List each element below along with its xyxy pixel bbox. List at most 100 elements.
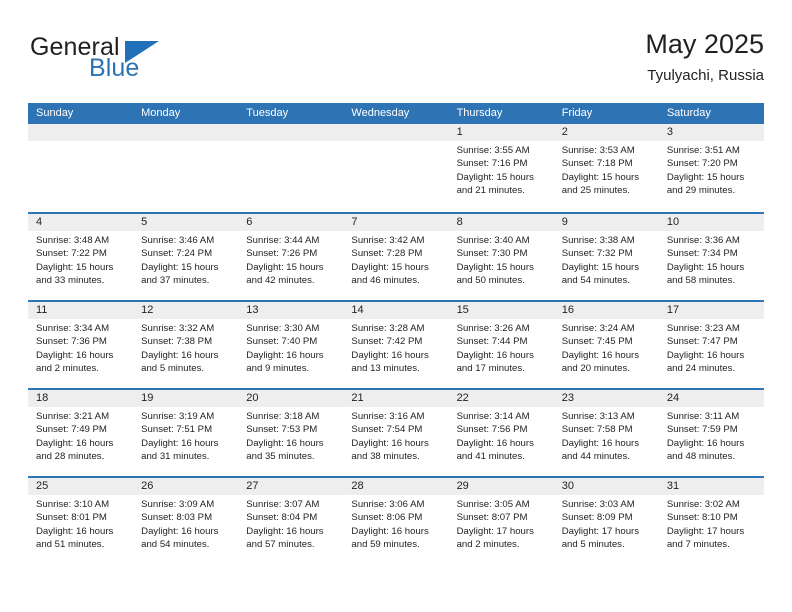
daylight-duration-line2: and 5 minutes. [141,362,205,374]
sunset-time: Sunset: 7:56 PM [456,424,528,436]
day-number: 6 [238,214,344,231]
general-blue-logo: General Blue [28,28,258,86]
day-cell-7[interactable]: 7 Sunrise: 3:42 AM Sunset: 7:28 PM Daylight… [343,214,449,300]
weekday-header-sunday: Sunday [36,107,74,119]
daylight-duration-line2: and 54 minutes. [561,274,630,286]
daylight-duration-line2: and 25 minutes. [561,184,630,196]
sunset-time: Sunset: 7:54 PM [351,424,423,436]
sunset-time: Sunset: 8:07 PM [456,512,528,524]
day-cell-2[interactable]: 2 Sunrise: 3:53 AM Sunset: 7:18 PM Daylight… [553,124,659,212]
weekday-header-tuesday: Tuesday [246,107,289,119]
day-cell-31[interactable]: 31 Sunrise: 3:02 AM Sunset: 8:10 PM Dayligh… [658,478,764,564]
day-details: Sunrise: 3:46 AM Sunset: 7:24 PM Daylight:… [133,231,238,287]
daylight-duration-line1: Daylight: 16 hours [36,437,114,449]
daylight-duration-line2: and 46 minutes. [351,274,420,286]
day-details: Sunrise: 3:14 AM Sunset: 7:56 PM Daylight:… [449,407,554,463]
day-details: Sunrise: 3:03 AM Sunset: 8:09 PM Daylight:… [554,495,659,551]
day-cell-25[interactable]: 25 Sunrise: 3:10 AM Sunset: 8:01 PM Dayligh… [28,478,134,564]
weekday-header-friday: Friday [561,107,593,119]
daylight-duration-line1: Daylight: 16 hours [666,437,745,449]
day-cell-8[interactable]: 8 Sunrise: 3:40 AM Sunset: 7:30 PM Daylight… [448,214,554,300]
day-cell-15[interactable]: 15 Sunrise: 3:26 AM Sunset: 7:44 PM Dayligh… [448,302,554,388]
daylight-duration-line2: and 2 minutes. [36,362,99,374]
daylight-duration-line1: Daylight: 16 hours [351,525,429,537]
day-cell-28[interactable]: 28 Sunrise: 3:06 AM Sunset: 8:06 PM Dayligh… [343,478,449,564]
week-row: 25 Sunrise: 3:10 AM Sunset: 8:01 PM Dayligh… [28,476,764,564]
title-block: May 2025 Tyulyachi, Russia [645,28,764,86]
daylight-duration-line1: Daylight: 16 hours [666,349,745,361]
sunrise-time: Sunrise: 3:13 AM [561,411,635,422]
week-row: 18 Sunrise: 3:21 AM Sunset: 7:49 PM Dayligh… [28,388,764,476]
day-cell-empty [238,124,344,212]
day-cell-3[interactable]: 3 Sunrise: 3:51 AM Sunset: 7:20 PM Daylight… [658,124,764,212]
day-cell-14[interactable]: 14 Sunrise: 3:28 AM Sunset: 7:42 PM Dayligh… [343,302,449,388]
day-cell-17[interactable]: 17 Sunrise: 3:23 AM Sunset: 7:47 PM Dayligh… [658,302,764,388]
day-cell-23[interactable]: 23 Sunrise: 3:13 AM Sunset: 7:58 PM Dayligh… [553,390,659,476]
day-number: 22 [448,390,554,407]
sunset-time: Sunset: 7:38 PM [141,336,213,348]
day-cell-9[interactable]: 9 Sunrise: 3:38 AM Sunset: 7:32 PM Daylight… [553,214,659,300]
day-cell-16[interactable]: 16 Sunrise: 3:24 AM Sunset: 7:45 PM Dayligh… [553,302,659,388]
daylight-duration-line2: and 50 minutes. [456,274,525,286]
daylight-duration-line1: Daylight: 16 hours [36,525,114,537]
page-title: May 2025 [645,29,764,59]
daylight-duration-line2: and 59 minutes. [351,538,420,550]
day-details [343,141,448,144]
day-number: 27 [238,478,344,495]
day-cell-27[interactable]: 27 Sunrise: 3:07 AM Sunset: 8:04 PM Dayligh… [238,478,344,564]
day-cell-10[interactable]: 10 Sunrise: 3:36 AM Sunset: 7:34 PM Dayligh… [658,214,764,300]
weekday-header-saturday: Saturday [666,107,711,119]
day-number: 18 [28,390,134,407]
day-cell-11[interactable]: 11 Sunrise: 3:34 AM Sunset: 7:36 PM Dayligh… [28,302,134,388]
weekday-header-thursday: Thursday [456,107,503,119]
day-details: Sunrise: 3:40 AM Sunset: 7:30 PM Daylight:… [449,231,554,287]
page-header: General Blue May 2025 Tyulyachi, Russia [28,28,764,90]
day-number [28,124,134,141]
daylight-duration-line2: and 7 minutes. [666,538,730,550]
daylight-duration-line1: Daylight: 16 hours [36,349,114,361]
week-row: 4 Sunrise: 3:48 AM Sunset: 7:22 PM Daylight… [28,212,764,300]
sunrise-time: Sunrise: 3:16 AM [351,411,425,422]
day-cell-29[interactable]: 29 Sunrise: 3:05 AM Sunset: 8:07 PM Dayligh… [448,478,554,564]
sunset-time: Sunset: 8:10 PM [666,512,738,524]
day-cell-30[interactable]: 30 Sunrise: 3:03 AM Sunset: 8:09 PM Dayligh… [553,478,659,564]
daylight-duration-line1: Daylight: 16 hours [561,349,640,361]
daylight-duration-line1: Daylight: 15 hours [246,261,324,273]
day-cell-20[interactable]: 20 Sunrise: 3:18 AM Sunset: 7:53 PM Dayligh… [238,390,344,476]
day-number: 11 [28,302,134,319]
daylight-duration-line1: Daylight: 16 hours [456,349,534,361]
day-details: Sunrise: 3:53 AM Sunset: 7:18 PM Daylight:… [554,141,659,197]
weekday-header-monday: Monday [141,107,181,119]
day-cell-4[interactable]: 4 Sunrise: 3:48 AM Sunset: 7:22 PM Daylight… [28,214,134,300]
daylight-duration-line1: Daylight: 15 hours [456,261,534,273]
day-details: Sunrise: 3:24 AM Sunset: 7:45 PM Daylight:… [554,319,659,375]
sunrise-time: Sunrise: 3:24 AM [561,323,635,334]
sunset-time: Sunset: 7:36 PM [36,336,107,348]
day-number: 3 [658,124,764,141]
day-number: 4 [28,214,134,231]
day-cell-empty [28,124,134,212]
daylight-duration-line2: and 54 minutes. [141,538,210,550]
day-cell-5[interactable]: 5 Sunrise: 3:46 AM Sunset: 7:24 PM Daylight… [133,214,239,300]
day-number: 31 [658,478,764,495]
day-number: 25 [28,478,134,495]
sunrise-time: Sunrise: 3:36 AM [666,235,740,246]
day-cell-1[interactable]: 1 Sunrise: 3:55 AM Sunset: 7:16 PM Daylight… [448,124,554,212]
sunrise-time: Sunrise: 3:42 AM [351,235,425,246]
day-cell-18[interactable]: 18 Sunrise: 3:21 AM Sunset: 7:49 PM Dayligh… [28,390,134,476]
daylight-duration-line1: Daylight: 16 hours [561,437,640,449]
day-cell-22[interactable]: 22 Sunrise: 3:14 AM Sunset: 7:56 PM Dayligh… [448,390,554,476]
day-cell-26[interactable]: 26 Sunrise: 3:09 AM Sunset: 8:03 PM Dayligh… [133,478,239,564]
day-cell-13[interactable]: 13 Sunrise: 3:30 AM Sunset: 7:40 PM Dayligh… [238,302,344,388]
day-cell-6[interactable]: 6 Sunrise: 3:44 AM Sunset: 7:26 PM Daylight… [238,214,344,300]
daylight-duration-line1: Daylight: 16 hours [351,349,429,361]
day-details: Sunrise: 3:48 AM Sunset: 7:22 PM Daylight:… [28,231,133,287]
daylight-duration-line2: and 2 minutes. [456,538,520,550]
day-cell-12[interactable]: 12 Sunrise: 3:32 AM Sunset: 7:38 PM Dayligh… [133,302,239,388]
daylight-duration-line2: and 33 minutes. [36,274,105,286]
daylight-duration-line1: Daylight: 16 hours [141,525,219,537]
sunrise-time: Sunrise: 3:44 AM [246,235,320,246]
day-cell-21[interactable]: 21 Sunrise: 3:16 AM Sunset: 7:54 PM Dayligh… [343,390,449,476]
day-cell-19[interactable]: 19 Sunrise: 3:19 AM Sunset: 7:51 PM Dayligh… [133,390,239,476]
day-cell-24[interactable]: 24 Sunrise: 3:11 AM Sunset: 7:59 PM Dayligh… [658,390,764,476]
